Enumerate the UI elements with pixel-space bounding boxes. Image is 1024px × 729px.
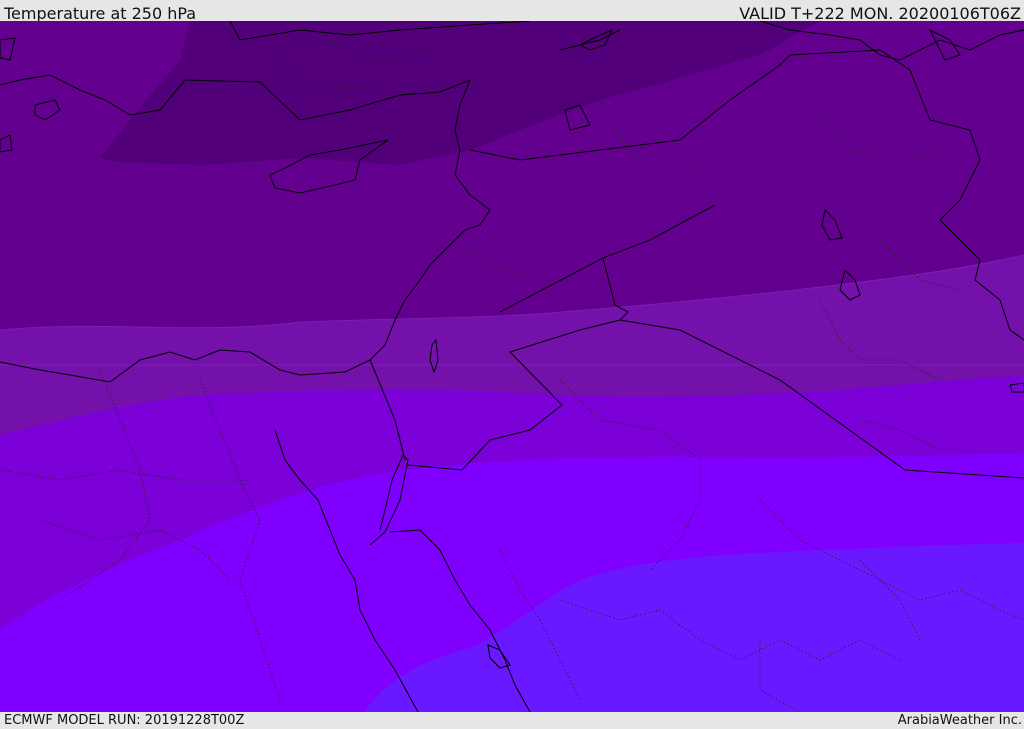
header-bar: Temperature at 250 hPa VALID T+222 MON. … [0, 0, 1024, 23]
weather-map [0, 21, 1024, 712]
footer-bar: ECMWF MODEL RUN: 20191228T00Z ArabiaWeat… [0, 712, 1024, 729]
map-svg [0, 21, 1024, 712]
model-run-label: ECMWF MODEL RUN: 20191228T00Z [4, 713, 245, 728]
credit-label: ArabiaWeather Inc. [897, 713, 1022, 728]
